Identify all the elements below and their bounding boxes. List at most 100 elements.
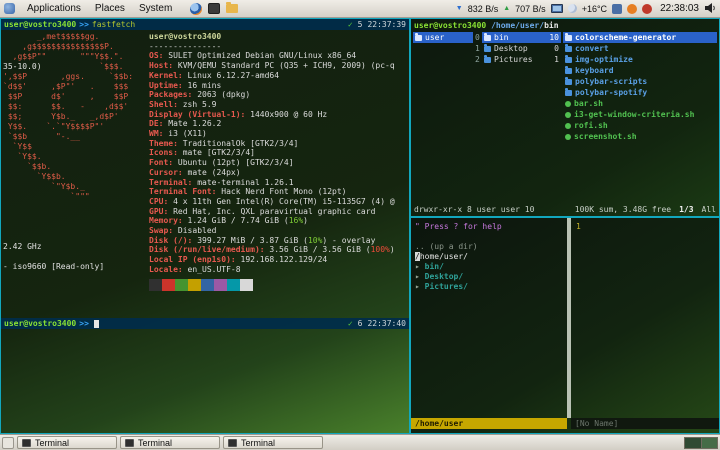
terminal-window-ranger[interactable]: user@vostro3400 /home/user/bin user 0 bin… [410, 18, 720, 217]
file-list-item[interactable]: bar.sh [563, 98, 717, 109]
file-list-item[interactable]: i3-get-window-criteria.sh [563, 109, 717, 120]
fastfetch-line: Uptime: 16 mins [149, 80, 222, 90]
file-list-item[interactable]: bin 10 [482, 32, 561, 43]
clock[interactable]: 22:38:03 [660, 3, 699, 14]
mate-menu-icon[interactable] [4, 3, 15, 14]
taskbar-button[interactable]: Terminal [17, 436, 117, 449]
fastfetch-line: CPU: 4 x 11th Gen Intel(R) Core(TM) i5-1… [149, 196, 395, 206]
prompt-time: 22:37:40 [367, 319, 406, 328]
menu-applications[interactable]: Applications [25, 3, 83, 14]
file-list-item[interactable]: polybar-scripts [563, 76, 717, 87]
fastfetch-line: Theme: TraditionalOk [GTK2/3/4] [149, 138, 299, 148]
fastfetch-line: Swap: Disabled [149, 226, 217, 236]
menu-system[interactable]: System [137, 3, 174, 14]
workspace-cell[interactable] [701, 437, 717, 448]
show-desktop-button[interactable] [2, 436, 14, 449]
fastfetch-line: Cursor: mate (24px) [149, 167, 241, 177]
palette-swatch [175, 279, 188, 291]
weather-moon-icon[interactable] [567, 4, 577, 13]
nerdtree-up-dir[interactable]: .. (up a dir) [415, 242, 502, 252]
workspace-cell-active[interactable] [685, 437, 701, 448]
nerdtree-item[interactable]: ▸ Desktop/ [415, 272, 502, 282]
file-list-item[interactable]: user [413, 32, 473, 43]
nerdtree-item[interactable]: ▸ Pictures/ [415, 282, 502, 292]
fastfetch-line: Icons: mate [GTK2/3/4] [149, 148, 255, 158]
menu-places[interactable]: Places [93, 3, 127, 14]
file-list-item[interactable]: rofi.sh [563, 120, 717, 131]
file-list-item[interactable]: screenshot.sh [563, 131, 717, 142]
vim-line-number: 1 [576, 222, 581, 231]
nerdtree-root[interactable]: /home/user/ [415, 252, 502, 262]
taskbar-buttons: Terminal Terminal Terminal [17, 436, 323, 449]
temperature: +16°C [581, 3, 608, 14]
ranger-preview-column: colorscheme-generator convert img-optimize… [563, 32, 717, 142]
terminal-icon [228, 438, 237, 447]
palette-swatch [227, 279, 240, 291]
fastfetch-line: Terminal: mate-terminal 1.26.1 [149, 177, 294, 187]
ranger-disk-usage: 100K sum, 3.48G free [574, 205, 672, 214]
file-list-item[interactable]: Pictures 1 [482, 54, 561, 65]
palette-swatch [188, 279, 201, 291]
vim-statusline-right: [No Name] [571, 418, 719, 429]
fastfetch-line: Kernel: Linux 6.12.27-amd64 [149, 70, 280, 80]
history-number: 6 [357, 319, 363, 328]
fastfetch-line: Display (Virtual-1): 1440x900 @ 60 Hz [149, 109, 328, 119]
prompt-command: fastfetch [91, 20, 136, 29]
files-launcher-icon[interactable] [226, 2, 239, 13]
fastfetch-line: Terminal Font: Hack Nerd Font Mono (12pt… [149, 187, 347, 197]
taskbar-button[interactable]: Terminal [120, 436, 220, 449]
file-list-item[interactable]: polybar-spotify [563, 87, 717, 98]
file-list-item[interactable]: colorscheme-generator [563, 32, 717, 43]
redshift-tray-icon[interactable] [627, 3, 638, 14]
file-list-item[interactable]: Desktop 0 [482, 43, 561, 54]
terminal-window-fastfetch[interactable]: user@vostro3400 >> fastfetch ✓ 5 22:37:3… [0, 18, 410, 434]
prompt-arrow-icon: >> [79, 319, 89, 328]
fastfetch-line: Disk (/): 399.27 MiB / 3.87 GiB (10%) - … [149, 235, 376, 245]
terminal-icon [22, 438, 31, 447]
volume-icon[interactable] [704, 2, 716, 16]
history-number: 5 [357, 20, 363, 29]
text-cursor [93, 319, 99, 328]
desktop: Applications Places System ▼ 832 B/s ▲ 7… [0, 0, 720, 450]
net-down-arrow-icon: ▼ [455, 5, 463, 12]
net-up-speed: 707 B/s [515, 3, 546, 14]
file-list-item[interactable]: convert [563, 43, 717, 54]
fastfetch-line: Memory: 1.24 GiB / 7.74 GiB (16%) [149, 216, 308, 226]
nerdtree-item[interactable]: ▸ bin/ [415, 262, 502, 272]
system-tray: ▼ 832 B/s ▲ 707 B/s +16°C 22:38:03 [456, 2, 716, 16]
net-up-arrow-icon: ▲ [503, 5, 511, 12]
taskbar-button[interactable]: Terminal [223, 436, 323, 449]
nerdtree-pane[interactable]: " Press ? for help .. (up a dir)/home/us… [415, 222, 502, 292]
fastfetch-line: Host: KVM/QEMU Standard PC (Q35 + ICH9, … [149, 61, 395, 71]
fastfetch-line: Font: Ubuntu (12pt) [GTK2/3/4] [149, 158, 294, 168]
file-list-item[interactable]: img-optimize [563, 54, 717, 65]
palette-swatch [240, 279, 253, 291]
shell-prompt-line[interactable]: user@vostro3400 >> ✓ 6 22:37:40 [1, 318, 409, 329]
browser-launcher-icon[interactable] [190, 2, 203, 15]
debian-ascii-logo: _,met$$$$$gg. ,g$$$$$$$$$$$$$$$P. ,g$$P"… [3, 32, 134, 271]
display-tray-icon[interactable] [612, 3, 623, 14]
terminal-launcher-icon[interactable] [208, 3, 221, 14]
file-list-item[interactable]: keyboard [563, 65, 717, 76]
vim-split-separator[interactable] [567, 218, 571, 418]
notification-tray-icon[interactable] [642, 3, 653, 14]
terminal-window-vim[interactable]: " Press ? for help .. (up a dir)/home/us… [410, 217, 720, 434]
fastfetch-line: Packages: 2063 (dpkg) [149, 90, 251, 100]
prompt-user-host: user@vostro3400 [4, 20, 77, 29]
fastfetch-line: GPU: Red Hat, Inc. QXL paravirtual graph… [149, 206, 376, 216]
ranger-filter: All [701, 205, 716, 214]
ranger-user-host: user@vostro3400 [414, 21, 487, 30]
shell-prompt-line: user@vostro3400 >> fastfetch ✓ 5 22:37:3… [1, 19, 409, 30]
window-list-panel: Terminal Terminal Terminal [0, 434, 720, 450]
workspace-switcher[interactable] [684, 436, 718, 449]
ranger-title-line: user@vostro3400 /home/user/bin [414, 21, 559, 30]
fastfetch-output: user@vostro3400 --------------- OS: SULET … [149, 32, 395, 274]
ranger-position: 1/3 [679, 205, 694, 214]
palette-swatch [214, 279, 227, 291]
network-monitor-icon[interactable] [550, 4, 563, 13]
fastfetch-line: WM: i3 (X11) [149, 129, 207, 139]
prompt-arrow-icon: >> [79, 20, 89, 29]
ranger-parent-column: user [413, 32, 473, 43]
vim-statusline-left: /home/user [411, 418, 567, 429]
fastfetch-line: Disk (/run/live/medium): 3.56 GiB / 3.56… [149, 245, 395, 255]
